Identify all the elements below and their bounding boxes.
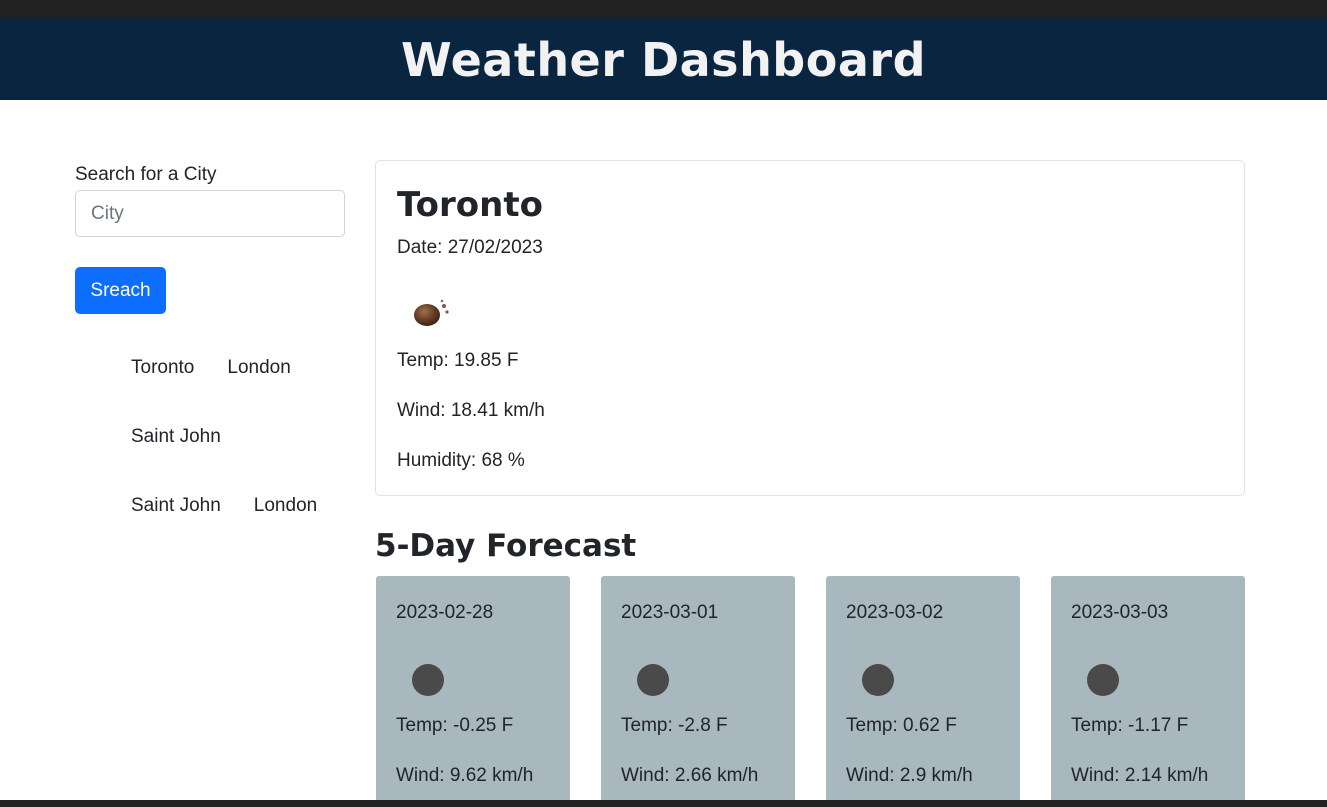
search-history-list: Toronto London Saint John Saint John Lon… xyxy=(131,355,351,518)
weather-icon xyxy=(1087,664,1119,696)
forecast-wind: Wind: 9.62 km/h xyxy=(396,765,534,786)
forecast-card: 2023-03-03 Temp: -1.17 F Wind: 2.14 km/h xyxy=(1051,576,1245,807)
forecast-wind: Wind: 2.14 km/h xyxy=(1071,765,1209,786)
forecast-card: 2023-02-28 Temp: -0.25 F Wind: 9.62 km/h xyxy=(376,576,570,807)
forecast-wind: Wind: 2.9 km/h xyxy=(846,765,973,786)
page-title: Weather Dashboard xyxy=(400,33,926,87)
search-button[interactable]: Sreach xyxy=(75,267,166,314)
weather-icon xyxy=(637,664,669,696)
page-header: Weather Dashboard xyxy=(0,18,1327,100)
current-date: Date: 27/02/2023 xyxy=(397,237,543,258)
history-item-saint-john-2[interactable]: Saint John xyxy=(131,493,221,518)
browser-bottom-bar xyxy=(0,800,1327,807)
forecast-date: 2023-03-02 xyxy=(846,602,944,623)
current-wind: Wind: 18.41 km/h xyxy=(397,400,545,421)
forecast-card: 2023-03-02 Temp: 0.62 F Wind: 2.9 km/h xyxy=(826,576,1020,807)
forecast-date: 2023-03-01 xyxy=(621,602,719,623)
current-temp: Temp: 19.85 F xyxy=(397,350,519,371)
current-humidity: Humidity: 68 % xyxy=(397,450,525,471)
current-city-name: Toronto xyxy=(397,185,543,225)
search-label: Search for a City xyxy=(75,164,217,185)
weather-icon xyxy=(412,664,444,696)
weather-icon xyxy=(414,299,449,326)
browser-top-bar xyxy=(0,0,1327,18)
history-item-london-2[interactable]: London xyxy=(254,493,317,518)
current-weather-card: Toronto Date: 27/02/2023 Temp: 19.85 F W… xyxy=(375,160,1245,496)
forecast-date: 2023-02-28 xyxy=(396,602,494,623)
forecast-temp: Temp: -1.17 F xyxy=(1071,715,1189,736)
city-search-input[interactable] xyxy=(75,190,345,237)
weather-icon xyxy=(862,664,894,696)
forecast-card: 2023-03-01 Temp: -2.8 F Wind: 2.66 km/h xyxy=(601,576,795,807)
forecast-wind: Wind: 2.66 km/h xyxy=(621,765,759,786)
forecast-temp: Temp: 0.62 F xyxy=(846,715,957,736)
forecast-temp: Temp: -0.25 F xyxy=(396,715,514,736)
history-item-saint-john[interactable]: Saint John xyxy=(131,424,221,449)
forecast-temp: Temp: -2.8 F xyxy=(621,715,728,736)
history-item-london[interactable]: London xyxy=(227,355,290,380)
forecast-title: 5-Day Forecast xyxy=(375,528,637,564)
forecast-date: 2023-03-03 xyxy=(1071,602,1169,623)
history-item-toronto[interactable]: Toronto xyxy=(131,355,194,380)
